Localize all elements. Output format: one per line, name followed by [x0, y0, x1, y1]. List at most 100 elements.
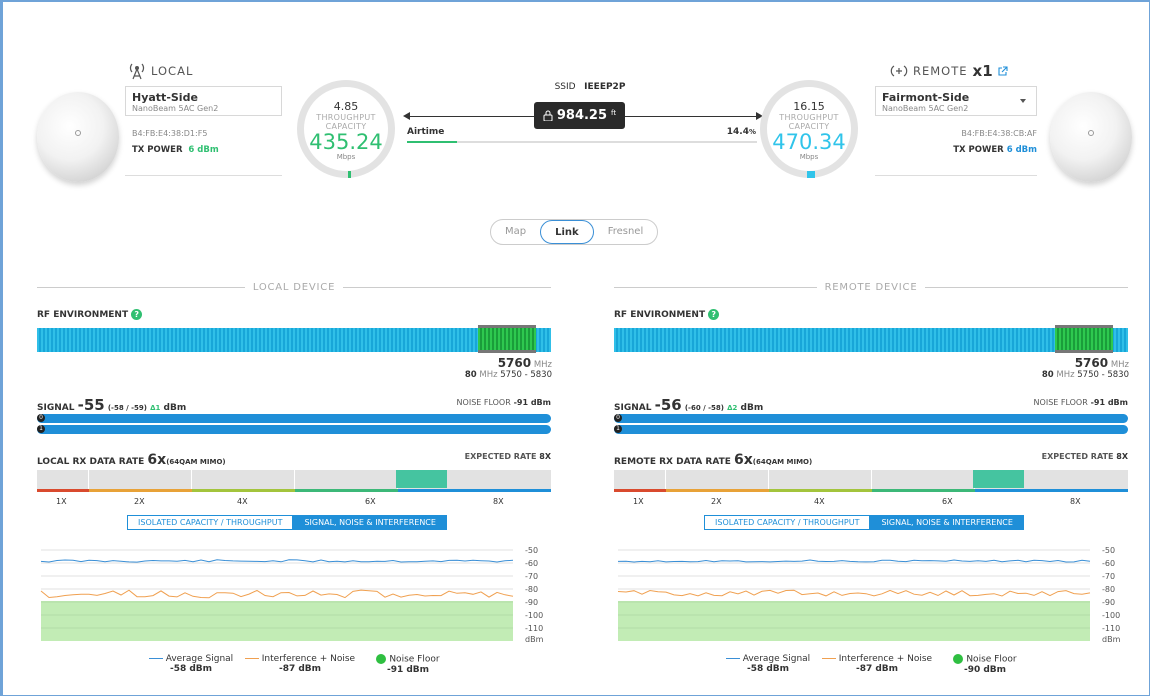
frequency-unit: MHz — [533, 360, 552, 370]
rx-rate-value: 6x — [147, 452, 167, 468]
center-frequency: 5760 — [1074, 356, 1109, 370]
help-icon[interactable]: ? — [131, 309, 143, 320]
tab-isolated-capacity[interactable]: ISOLATED CAPACITY / THROUGHPUT — [127, 515, 294, 530]
tab-signal-noise[interactable]: SIGNAL, NOISE & INTERFERENCE — [870, 515, 1024, 530]
y-tick: -110 — [1102, 624, 1120, 633]
signal-readout: SIGNAL -55 (-58 / -59) Δ1 dBm — [37, 396, 186, 414]
rf-label: RF ENVIRONMENT — [37, 310, 129, 320]
signal-chain-1-bar — [614, 425, 1128, 434]
interference-noise-line — [617, 589, 1091, 597]
rate-underline-8x — [975, 489, 1128, 492]
legend-interference-noise: Interference + Noise -87 dBm — [243, 654, 357, 674]
help-icon[interactable]: ? — [708, 309, 720, 320]
legend-name: Interference + Noise — [261, 654, 356, 664]
rate-tick-label: 1X — [56, 497, 67, 506]
noise-floor: NOISE FLOOR -91 dBm — [957, 398, 1128, 407]
rate-tick-label: 2X — [134, 497, 145, 506]
rate-underline-1x — [614, 489, 666, 492]
signal-noise-chart[interactable]: -50 -60 -70 -80 -90 -100 -110 dBm — [614, 540, 1150, 645]
chain-0-badge: 0 — [37, 414, 45, 422]
rf-label: RF ENVIRONMENT — [614, 310, 706, 320]
frequency-range: 5750 - 5830 — [1077, 370, 1129, 380]
rx-rate-readout: REMOTE RX DATA RATE 6x(64QAM MIMO) — [614, 452, 812, 468]
frequency-unit: MHz — [1056, 370, 1075, 380]
signal-chain-0-bar — [614, 414, 1128, 423]
chart-tabs: ISOLATED CAPACITY / THROUGHPUT SIGNAL, N… — [704, 515, 1024, 530]
rf-environment-label: RF ENVIRONMENT ? — [614, 309, 720, 320]
current-rate-marker — [973, 470, 1024, 488]
signal-chain-0-bar — [37, 414, 551, 423]
signal-chains: (-60 / -58) — [684, 404, 724, 412]
y-axis-ticks: -50 -60 -70 -80 -90 -100 -110 dBm — [525, 546, 544, 644]
y-tick: -70 — [525, 572, 538, 581]
noise-floor-value: -91 dBm — [1090, 398, 1128, 407]
y-tick: dBm — [1102, 635, 1121, 644]
legend-swatch — [725, 658, 740, 659]
noise-floor-area — [41, 601, 513, 641]
y-tick: dBm — [525, 635, 544, 644]
signal-delta: Δ1 — [150, 404, 161, 412]
y-tick: -100 — [1102, 611, 1120, 620]
y-tick: -100 — [525, 611, 543, 620]
legend-noise-floor: Noise Floor -90 dBm — [947, 654, 1023, 675]
rx-rate-readout: LOCAL RX DATA RATE 6x(64QAM MIMO) — [37, 452, 226, 468]
local-device-panel: LOCAL DEVICE RF ENVIRONMENT ? 5760 MHz 8… — [0, 0, 575, 696]
section-header: LOCAL DEVICE — [37, 281, 551, 293]
rate-underline-1x — [37, 489, 89, 492]
expected-rate-label: EXPECTED RATE — [464, 452, 537, 461]
rate-tick-label: 4X — [237, 497, 248, 506]
channel-frequency: 5760 MHz 80 MHz 5750 - 5830 — [1017, 356, 1129, 380]
legend-swatch — [244, 658, 259, 659]
signal-readout: SIGNAL -56 (-60 / -58) Δ2 dBm — [614, 396, 763, 414]
chain-1-badge: 1 — [614, 425, 622, 433]
legend-swatch — [148, 658, 163, 659]
rate-underline — [614, 489, 1128, 492]
legend-value: -87 dBm — [278, 664, 322, 674]
expected-rate-value: 8X — [539, 452, 551, 461]
signal-unit: dBm — [163, 403, 187, 413]
rate-underline-2x — [89, 489, 192, 492]
signal-value: -56 — [654, 396, 682, 414]
legend-swatch — [376, 654, 387, 664]
y-tick: -90 — [1102, 598, 1115, 607]
legend-name: Average Signal — [742, 654, 811, 664]
y-tick: -80 — [525, 585, 538, 594]
y-tick: -80 — [1102, 585, 1115, 594]
legend-name: Noise Floor — [966, 654, 1017, 665]
rf-spectrum-bar[interactable] — [37, 328, 551, 352]
y-tick: -60 — [1102, 559, 1115, 568]
signal-chain-1-bar — [37, 425, 551, 434]
section-title: LOCAL DEVICE — [252, 281, 336, 293]
rate-underline-4x — [769, 489, 872, 492]
signal-noise-chart[interactable]: -50 -60 -70 -80 -90 -100 -110 dBm — [37, 540, 577, 645]
rate-underline — [37, 489, 551, 492]
chain-0-badge: 0 — [614, 414, 622, 422]
rate-underline-6x — [872, 489, 975, 492]
signal-chains: (-58 / -59) — [107, 404, 147, 412]
rate-underline-2x — [666, 489, 769, 492]
rate-tick-label: 6X — [365, 497, 376, 506]
channel-width: 80 — [464, 370, 477, 380]
tab-signal-noise[interactable]: SIGNAL, NOISE & INTERFERENCE — [293, 515, 447, 530]
noise-floor-label: NOISE FLOOR — [1033, 398, 1088, 407]
expected-rate-label: EXPECTED RATE — [1041, 452, 1114, 461]
noise-floor-label: NOISE FLOOR — [456, 398, 511, 407]
rx-rate-label: LOCAL RX DATA RATE — [37, 457, 145, 467]
rate-tick-label: 6X — [942, 497, 953, 506]
tab-isolated-capacity[interactable]: ISOLATED CAPACITY / THROUGHPUT — [704, 515, 871, 530]
signal-value: -55 — [77, 396, 105, 414]
rate-tick-label: 4X — [814, 497, 825, 506]
expected-rate: EXPECTED RATE 8X — [977, 452, 1128, 461]
y-tick: -90 — [525, 598, 538, 607]
average-signal-line — [40, 559, 514, 563]
y-tick: -60 — [525, 559, 538, 568]
legend-name: Average Signal — [165, 654, 234, 664]
rf-environment-label: RF ENVIRONMENT ? — [37, 309, 143, 320]
frequency-unit: MHz — [1110, 360, 1129, 370]
channel-width: 80 — [1041, 370, 1054, 380]
legend-average-signal: Average Signal -58 dBm — [147, 654, 235, 674]
y-tick: -110 — [525, 624, 543, 633]
signal-label: SIGNAL — [37, 403, 75, 413]
remote-device-panel: REMOTE DEVICE RF ENVIRONMENT ? 5760 MHz … — [577, 0, 1150, 696]
rf-spectrum-bar[interactable] — [614, 328, 1128, 352]
